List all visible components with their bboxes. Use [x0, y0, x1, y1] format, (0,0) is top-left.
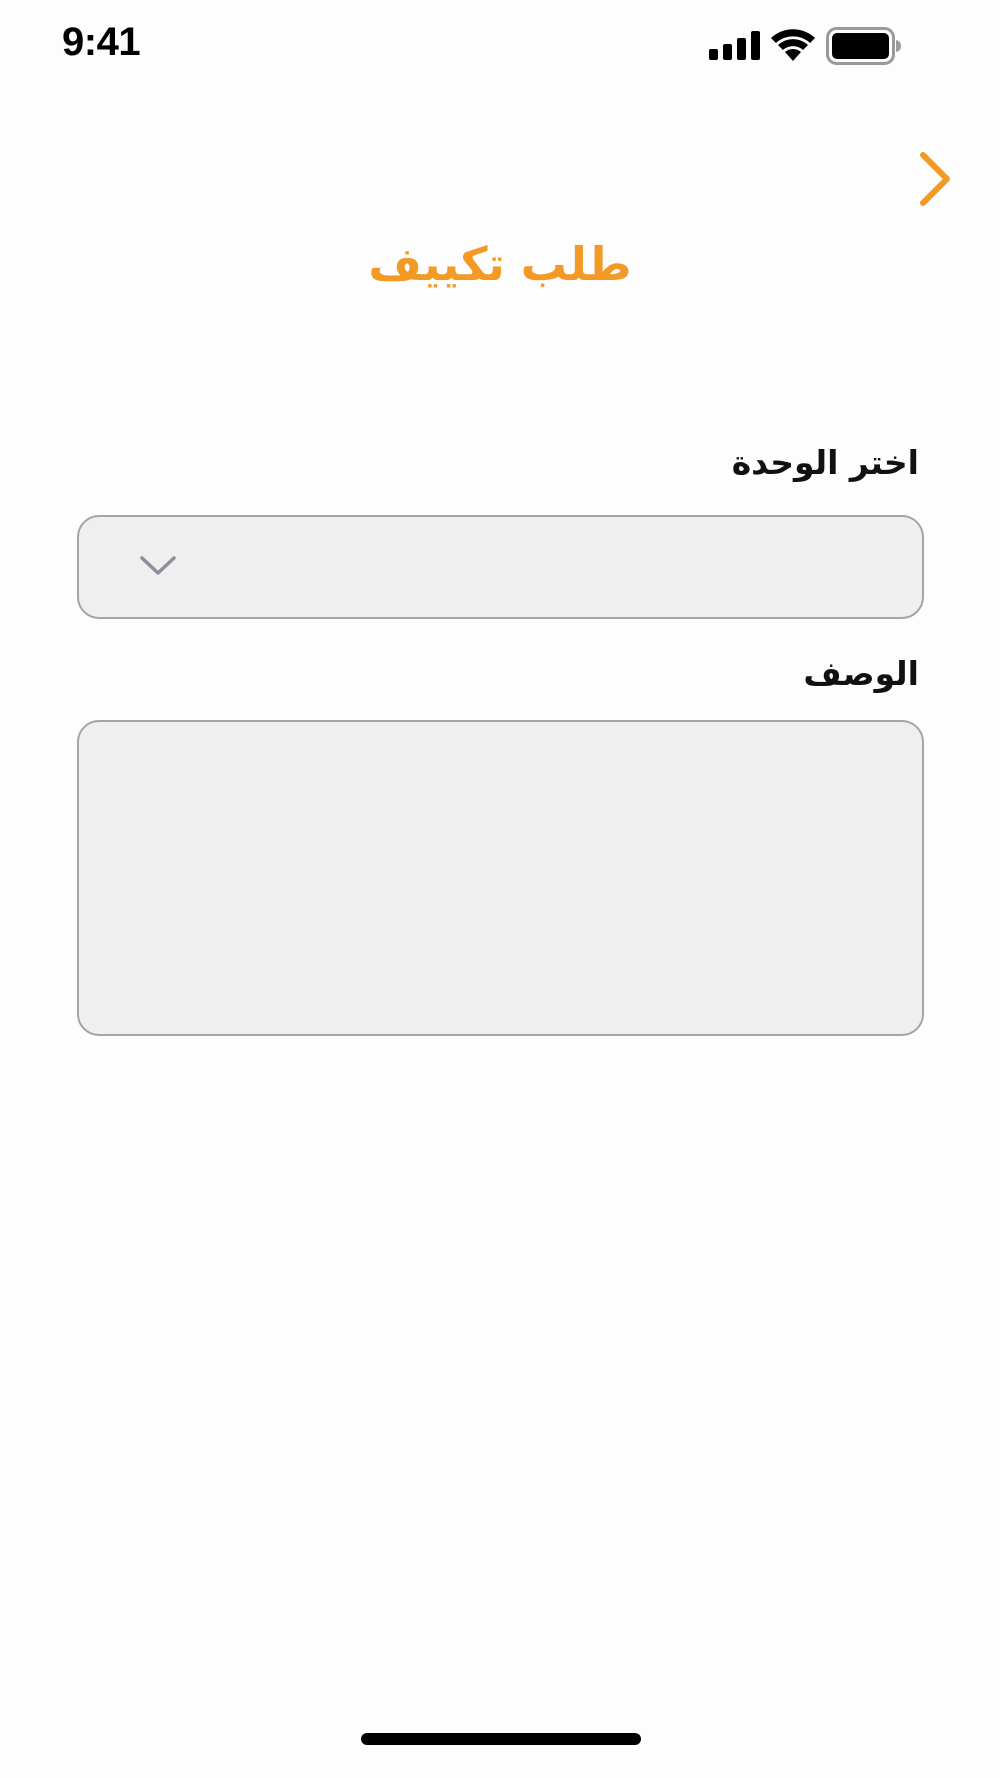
- status-time: 9:41: [62, 20, 141, 64]
- page-title: طلب تكييف: [368, 237, 632, 291]
- unit-select-label: اختر الوحدة: [731, 443, 919, 482]
- unit-select[interactable]: [77, 515, 924, 619]
- battery-icon: [826, 27, 901, 65]
- home-indicator[interactable]: [361, 1733, 641, 1745]
- chevron-right-icon: [920, 152, 950, 206]
- back-button[interactable]: [908, 146, 962, 212]
- status-bar: 9:41: [0, 0, 1000, 100]
- wifi-icon: [771, 29, 815, 61]
- description-label: الوصف: [803, 654, 919, 693]
- chevron-down-icon: [140, 556, 176, 575]
- description-textarea[interactable]: [77, 720, 924, 1036]
- cellular-signal-icon: [709, 31, 760, 60]
